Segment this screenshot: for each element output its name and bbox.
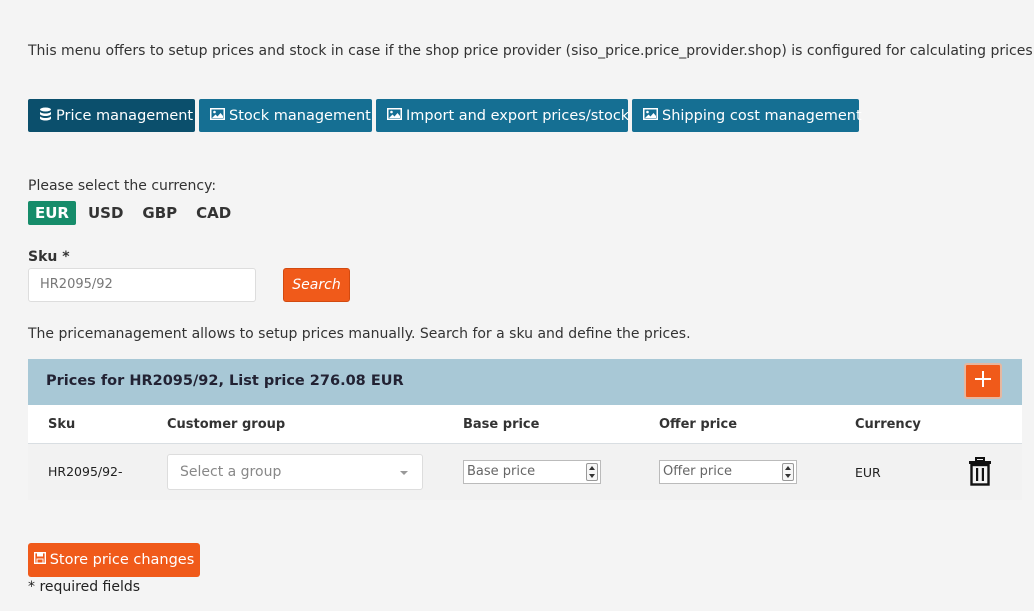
customer-group-select[interactable]: Select a group	[167, 454, 423, 490]
column-header-customer-group: Customer group	[167, 417, 286, 432]
tab-label: Shipping cost management	[662, 107, 862, 124]
currency-usd[interactable]: USD	[81, 201, 130, 225]
image-icon	[643, 107, 658, 124]
pricemanagement-description: The pricemanagement allows to setup pric…	[28, 326, 691, 342]
offer-price-placeholder: Offer price	[663, 464, 733, 479]
intro-text: This menu offers to setup prices and sto…	[28, 43, 1034, 59]
add-price-button[interactable]	[964, 363, 1002, 399]
search-button[interactable]: Search	[283, 268, 350, 302]
column-header-offer-price: Offer price	[659, 417, 738, 432]
currency-selector: EUR USD GBP CAD	[28, 201, 243, 225]
column-header-currency: Currency	[855, 417, 921, 432]
currency-eur[interactable]: EUR	[28, 201, 76, 225]
tab-label: Price management	[56, 107, 194, 124]
currency-gbp[interactable]: GBP	[135, 201, 184, 225]
currency-label: Please select the currency:	[28, 178, 217, 194]
tab-price-management[interactable]: Price management	[28, 99, 195, 132]
currency-cad[interactable]: CAD	[189, 201, 238, 225]
table-header: Sku Customer group Base price Offer pric…	[28, 405, 1022, 444]
column-header-base-price: Base price	[463, 417, 540, 432]
image-icon	[387, 107, 402, 124]
panel-header: Prices for HR2095/92, List price 276.08 …	[28, 359, 1022, 405]
store-price-changes-button[interactable]: Store price changes	[28, 543, 200, 577]
offer-price-input[interactable]: Offer price	[659, 460, 797, 484]
base-price-placeholder: Base price	[467, 464, 536, 479]
trash-icon[interactable]	[968, 457, 992, 490]
tab-stock-management[interactable]: Stock management	[199, 99, 372, 132]
tab-label: Stock management	[229, 107, 371, 124]
table-row: HR2095/92- Select a group Base price Off…	[28, 444, 1022, 500]
plus-icon	[974, 370, 992, 392]
sku-input[interactable]: HR2095/92	[28, 268, 256, 302]
required-fields-note: * required fields	[28, 579, 141, 595]
number-spinner[interactable]	[782, 463, 794, 481]
row-sku: HR2095/92-	[48, 464, 123, 479]
number-spinner[interactable]	[586, 463, 598, 481]
panel-title: Prices for HR2095/92, List price 276.08 …	[46, 373, 404, 389]
column-header-sku: Sku	[48, 417, 76, 432]
prices-panel: Prices for HR2095/92, List price 276.08 …	[28, 359, 1022, 500]
tab-shipping-cost[interactable]: Shipping cost management	[632, 99, 862, 132]
image-icon	[210, 107, 225, 124]
base-price-input[interactable]: Base price	[463, 460, 601, 484]
row-currency: EUR	[855, 465, 881, 480]
chevron-down-icon	[400, 471, 408, 475]
database-icon	[39, 107, 52, 125]
tab-import-export[interactable]: Import and export prices/stock	[376, 99, 630, 132]
sku-label: Sku *	[28, 249, 70, 265]
store-label: Store price changes	[49, 552, 195, 568]
tab-label: Import and export prices/stock	[406, 107, 630, 124]
save-icon	[33, 551, 46, 568]
select-placeholder: Select a group	[180, 464, 282, 480]
